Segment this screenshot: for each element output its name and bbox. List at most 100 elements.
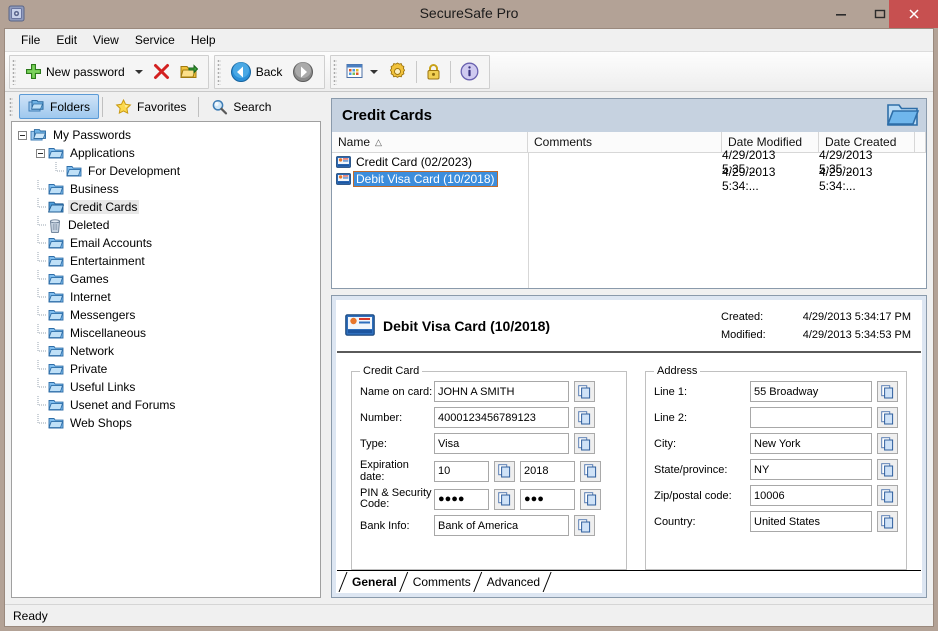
- tree-item-label: Business: [70, 182, 119, 196]
- copy-expiration-month-button[interactable]: [494, 460, 515, 482]
- copy-name-on-card-button[interactable]: [574, 381, 595, 402]
- view-mode-dropdown-arrow[interactable]: [370, 69, 379, 74]
- copy-icon: [578, 410, 591, 424]
- copy-pin-button[interactable]: [494, 488, 515, 510]
- tab-favorites[interactable]: Favorites: [106, 94, 195, 119]
- detail-title: Debit Visa Card (10/2018): [383, 318, 551, 334]
- tab-advanced-label: Advanced: [486, 575, 541, 589]
- options-button[interactable]: [383, 57, 412, 87]
- menu-service[interactable]: Service: [127, 30, 183, 50]
- about-button[interactable]: [455, 57, 484, 87]
- line1-field[interactable]: 55 Broadway: [750, 381, 872, 402]
- tree-item-entertainment[interactable]: Entertainment: [12, 252, 320, 270]
- entry-list-panel: Credit Cards Name △ Comments Date Modifi…: [331, 98, 927, 289]
- tree-item-useful-links[interactable]: Useful Links: [12, 378, 320, 396]
- tree-item-usenet-and-forums[interactable]: Usenet and Forums: [12, 396, 320, 414]
- tree-item-games[interactable]: Games: [12, 270, 320, 288]
- tab-advanced[interactable]: Advanced: [478, 573, 547, 592]
- tree-item-messengers[interactable]: Messengers: [12, 306, 320, 324]
- tab-comments[interactable]: Comments: [404, 573, 478, 592]
- menu-edit[interactable]: Edit: [48, 30, 85, 50]
- tree-item-business[interactable]: Business: [12, 180, 320, 198]
- toolbar-grip-nav[interactable]: [216, 58, 221, 85]
- tree-item-deleted[interactable]: Deleted: [12, 216, 320, 234]
- tab-folders[interactable]: Folders: [19, 94, 100, 119]
- zip-postal-code-field[interactable]: 10006: [750, 485, 872, 506]
- pin-field[interactable]: ●●●●: [434, 488, 489, 510]
- country-field[interactable]: United States: [750, 511, 872, 532]
- column-header-name[interactable]: Name △: [332, 132, 528, 152]
- folder-icon: [48, 146, 64, 160]
- expiration-year-field[interactable]: 2018: [520, 460, 575, 482]
- state-province-label: State/province:: [654, 463, 728, 476]
- view-mode-button[interactable]: [341, 57, 383, 87]
- number-field[interactable]: 4000123456789123: [434, 407, 569, 428]
- detail-modified-value: 4/29/2013 5:34:53 PM: [802, 329, 911, 341]
- folder-icon: [48, 326, 64, 340]
- toolbar-grip[interactable]: [12, 58, 16, 85]
- bank-info-field[interactable]: Bank of America: [434, 515, 569, 536]
- new-password-dropdown-arrow[interactable]: [134, 69, 143, 74]
- table-row[interactable]: Debit Visa Card (10/2018) 4/29/2013 5:34:…: [332, 165, 926, 193]
- security-code-field[interactable]: ●●●: [520, 488, 575, 510]
- field-row-line1: Line 1: 55 Broadway: [654, 381, 898, 402]
- menu-file[interactable]: File: [13, 30, 48, 50]
- delete-button[interactable]: [148, 57, 175, 87]
- detail-metadata: Created: 4/29/2013 5:34:17 PM Modified: …: [721, 311, 911, 341]
- name-on-card-label: Name on card:: [360, 385, 433, 398]
- type-field[interactable]: Visa: [434, 433, 569, 454]
- credit-card-icon: [336, 172, 351, 185]
- toolbar-grip-tools[interactable]: [333, 58, 338, 85]
- folder-icon: [48, 238, 64, 249]
- cell-comments: [528, 170, 722, 187]
- tree-item-miscellaneous[interactable]: Miscellaneous: [12, 324, 320, 342]
- tree-item-email-accounts[interactable]: Email Accounts: [12, 234, 320, 252]
- tree-item-applications[interactable]: Applications: [12, 144, 320, 162]
- new-password-button[interactable]: New password: [20, 57, 130, 87]
- tree-item-for-development[interactable]: For Development: [12, 162, 320, 180]
- copy-city-button[interactable]: [877, 433, 898, 454]
- tab-separator-2: [198, 96, 200, 117]
- tree-connector: [36, 270, 48, 288]
- tree-item-private[interactable]: Private: [12, 360, 320, 378]
- copy-security-code-button[interactable]: [580, 488, 601, 510]
- city-field[interactable]: New York: [750, 433, 872, 454]
- copy-zip-button[interactable]: [877, 485, 898, 506]
- back-button[interactable]: Back: [225, 57, 288, 87]
- column-header-comments[interactable]: Comments: [528, 132, 722, 152]
- detail-body: Credit Card Name on card: JOHN A SMITH N…: [337, 353, 921, 570]
- copy-line2-button[interactable]: [877, 407, 898, 428]
- tree-collapse-toggle[interactable]: [18, 130, 27, 140]
- copy-country-button[interactable]: [877, 511, 898, 532]
- copy-bank-info-button[interactable]: [574, 515, 595, 536]
- copy-number-button[interactable]: [574, 407, 595, 428]
- name-on-card-field[interactable]: JOHN A SMITH: [434, 381, 569, 402]
- state-province-field[interactable]: NY: [750, 459, 872, 480]
- minimize-button[interactable]: [821, 0, 860, 28]
- folder-tree[interactable]: My Passwords Applications For Development B…: [11, 121, 321, 598]
- menu-help[interactable]: Help: [183, 30, 224, 50]
- close-button[interactable]: [889, 0, 938, 28]
- tree-collapse-toggle[interactable]: [36, 148, 45, 158]
- export-button[interactable]: [175, 57, 203, 87]
- tab-general[interactable]: General: [343, 573, 404, 592]
- menu-view[interactable]: View: [85, 30, 127, 50]
- copy-line1-button[interactable]: [877, 381, 898, 402]
- tree-item-credit-cards[interactable]: Credit Cards: [12, 198, 320, 216]
- tree-item-internet[interactable]: Internet: [12, 288, 320, 306]
- line2-field[interactable]: [750, 407, 872, 428]
- copy-type-button[interactable]: [574, 433, 595, 454]
- left-tabstrip-grip[interactable]: [9, 96, 13, 117]
- copy-state-button[interactable]: [877, 459, 898, 480]
- copy-icon: [578, 384, 591, 398]
- lock-button[interactable]: [421, 57, 446, 87]
- tree-item-my-passwords[interactable]: My Passwords: [12, 126, 320, 144]
- tab-search[interactable]: Search: [202, 94, 280, 119]
- entry-list-rows[interactable]: Credit Card (02/2023) 4/29/2013 5:35:... 4…: [332, 148, 926, 288]
- tab-general-label: General: [352, 575, 397, 589]
- expiration-month-field[interactable]: 10: [434, 460, 489, 482]
- tree-item-web-shops[interactable]: Web Shops: [12, 414, 320, 432]
- forward-button[interactable]: [287, 57, 319, 87]
- tree-item-network[interactable]: Network: [12, 342, 320, 360]
- copy-expiration-year-button[interactable]: [580, 460, 601, 482]
